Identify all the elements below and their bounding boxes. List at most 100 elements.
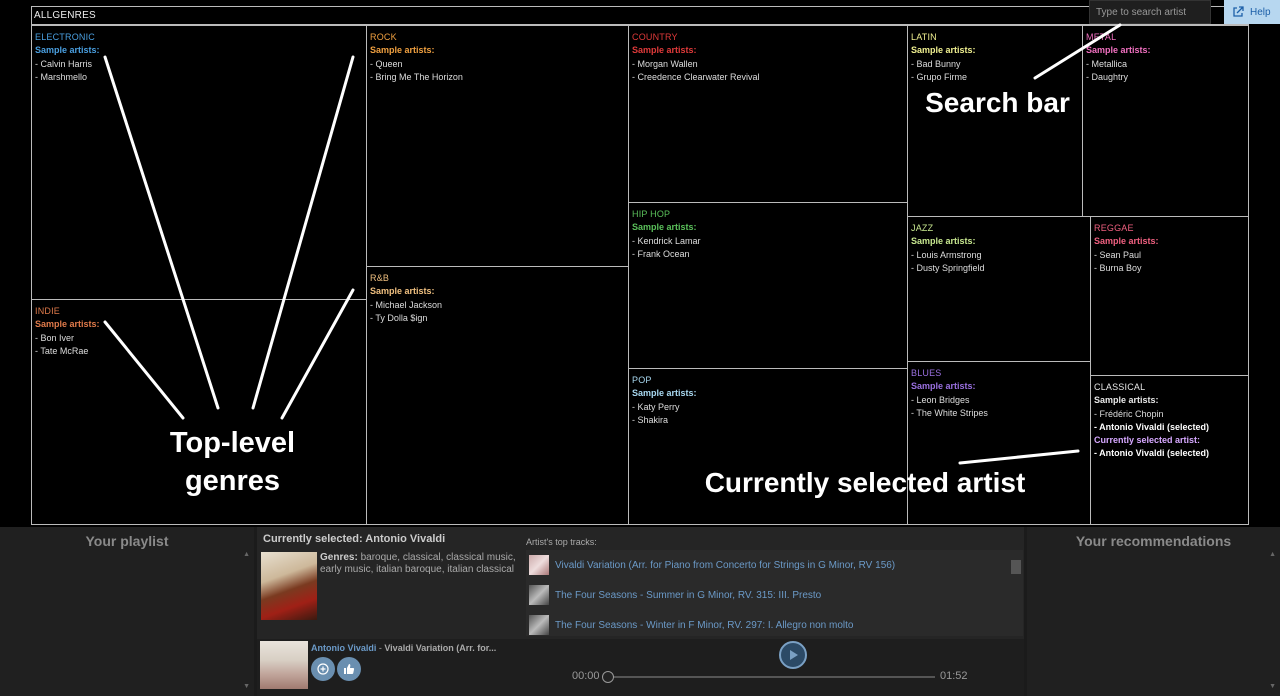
artist-item[interactable]: - Bring Me The Horizon	[370, 71, 625, 84]
genre-name: LATIN	[911, 32, 937, 42]
scroll-up-icon[interactable]: ▲	[1269, 551, 1276, 558]
scroll-up-icon[interactable]: ▲	[243, 551, 250, 558]
genres-label: Genres:	[320, 552, 358, 563]
plus-circle-icon	[317, 663, 329, 675]
help-button[interactable]: Help	[1224, 0, 1280, 24]
play-button[interactable]	[779, 641, 807, 669]
genre-name: POP	[632, 375, 652, 385]
scroll-down-icon[interactable]: ▼	[1269, 683, 1276, 690]
genre-name: BLUES	[911, 368, 942, 378]
genre-name: ELECTRONIC	[35, 32, 96, 42]
artist-item[interactable]: - Shakira	[632, 414, 904, 427]
annotation-search-bar: Search bar	[925, 87, 1070, 118]
external-link-icon	[1233, 6, 1244, 17]
genre-cell-electronic[interactable]: ELECTRONIC Sample artists: - Calvin Harris…	[31, 25, 367, 300]
progress-knob[interactable]	[602, 671, 614, 683]
scroll-down-icon[interactable]: ▼	[243, 683, 250, 690]
artist-item[interactable]: - Metallica	[1086, 58, 1245, 71]
sample-artists-label: Sample artists:	[911, 45, 976, 56]
artist-item[interactable]: - Grupo Firme	[911, 71, 1079, 84]
artist-item[interactable]: - Antonio Vivaldi (selected)	[1094, 421, 1245, 434]
bottom-panel: Your playlist ▲ ▼ Currently selected: An…	[0, 527, 1280, 696]
artist-item[interactable]: - Creedence Clearwater Revival	[632, 71, 904, 84]
annotation-line2: genres	[184, 465, 281, 497]
artist-item[interactable]: - Calvin Harris	[35, 58, 363, 71]
artist-item[interactable]: - Marshmello	[35, 71, 363, 84]
artist-item[interactable]: - Bon Iver	[35, 332, 363, 345]
sample-artists-label: Sample artists:	[1094, 395, 1159, 406]
genre-name: METAL	[1086, 32, 1117, 42]
sample-artists-label: Sample artists:	[632, 388, 697, 399]
genre-name: REGGAE	[1094, 223, 1134, 233]
genre-name: ROCK	[370, 32, 397, 42]
artist-item[interactable]: - The White Stripes	[911, 407, 1087, 420]
genre-cell-rnb[interactable]: R&B Sample artists: - Michael Jackson - Ty …	[366, 266, 629, 525]
track-title: Vivaldi Variation (Arr. for Piano from C…	[555, 559, 896, 571]
genre-name: R&B	[370, 273, 390, 283]
annotation-line1: Top-level	[169, 427, 296, 459]
artist-item[interactable]: - Michael Jackson	[370, 299, 625, 312]
help-label: Help	[1250, 6, 1271, 18]
artist-genres: Genres: baroque, classical, classical mu…	[320, 552, 520, 576]
track-item[interactable]: The Four Seasons - Winter in F Minor, RV…	[529, 613, 853, 636]
now-playing-artist: Antonio Vivaldi	[311, 643, 377, 653]
sample-artists-label: Sample artists:	[1094, 236, 1159, 247]
annotation-selected-artist: Currently selected artist	[704, 467, 1026, 498]
sample-artists-label: Sample artists:	[35, 45, 100, 56]
sample-artists-label: Sample artists:	[911, 236, 976, 247]
track-title: The Four Seasons - Summer in G Minor, RV…	[555, 589, 822, 601]
artist-item[interactable]: - Leon Bridges	[911, 394, 1087, 407]
artist-item[interactable]: - Burna Boy	[1094, 262, 1245, 275]
artist-item[interactable]: - Sean Paul	[1094, 249, 1245, 262]
artist-item[interactable]: - Frank Ocean	[632, 248, 904, 261]
artist-item[interactable]: - Daughtry	[1086, 71, 1245, 84]
thumbs-up-icon	[344, 664, 355, 674]
playlist-title: Your playlist	[85, 533, 169, 549]
track-thumbnail	[529, 555, 549, 575]
genre-cell-hip-hop[interactable]: HIP HOP Sample artists: - Kendrick Lamar - …	[628, 202, 908, 369]
currently-selected-artist[interactable]: - Antonio Vivaldi (selected)	[1094, 447, 1245, 460]
progress-bar[interactable]	[606, 676, 935, 678]
artist-item[interactable]: - Dusty Springfield	[911, 262, 1087, 275]
track-item[interactable]: The Four Seasons - Summer in G Minor, RV…	[529, 583, 821, 607]
genre-name: COUNTRY	[632, 32, 678, 42]
selected-artist-title: Currently selected: Antonio Vivaldi	[263, 533, 446, 545]
play-icon	[790, 650, 798, 660]
artist-item[interactable]: - Morgan Wallen	[632, 58, 904, 71]
artist-item[interactable]: - Ty Dolla $ign	[370, 312, 625, 325]
sample-artists-label: Sample artists:	[632, 222, 697, 233]
genre-cell-metal[interactable]: METAL Sample artists: - Metallica - Daughtr…	[1082, 25, 1249, 217]
add-to-playlist-button[interactable]	[311, 657, 335, 681]
genre-name: INDIE	[35, 306, 61, 316]
artist-item[interactable]: - Kendrick Lamar	[632, 235, 904, 248]
artist-item[interactable]: - Louis Armstrong	[911, 249, 1087, 262]
currently-selected-label: Currently selected artist:	[1094, 435, 1201, 446]
treemap-root-header[interactable]: ALLGENRES	[31, 6, 1249, 25]
track-item[interactable]: Vivaldi Variation (Arr. for Piano from C…	[529, 553, 895, 577]
genre-name: HIP HOP	[632, 209, 671, 219]
sample-artists-label: Sample artists:	[35, 319, 100, 330]
now-playing: Antonio Vivaldi - Vivaldi Variation (Arr…	[311, 643, 496, 653]
genre-cell-reggae[interactable]: REGGAE Sample artists: - Sean Paul - Burna …	[1090, 216, 1249, 376]
genre-cell-country[interactable]: COUNTRY Sample artists: - Morgan Wallen - C…	[628, 25, 908, 203]
artist-portrait	[261, 552, 317, 620]
genre-cell-rock[interactable]: ROCK Sample artists: - Queen - Bring Me The…	[366, 25, 629, 267]
sample-artists-label: Sample artists:	[911, 381, 976, 392]
artist-item[interactable]: - Frédéric Chopin	[1094, 408, 1245, 421]
artist-panel: Currently selected: Antonio Vivaldi Genr…	[257, 527, 1024, 696]
playlist-panel[interactable]: Your playlist ▲ ▼	[0, 527, 254, 696]
genre-cell-classical[interactable]: CLASSICAL Sample artists: - Frédéric Chopi…	[1090, 375, 1249, 525]
artist-item[interactable]: - Katy Perry	[632, 401, 904, 414]
genre-name: CLASSICAL	[1094, 382, 1146, 392]
recommendations-title: Your recommendations	[1075, 533, 1232, 549]
top-tracks-list[interactable]: Vivaldi Variation (Arr. for Piano from C…	[526, 550, 1023, 636]
artist-item[interactable]: - Tate McRae	[35, 345, 363, 358]
like-button[interactable]	[337, 657, 361, 681]
artist-item[interactable]: - Bad Bunny	[911, 58, 1079, 71]
artist-item[interactable]: - Queen	[370, 58, 625, 71]
genre-cell-jazz[interactable]: JAZZ Sample artists: - Louis Armstrong - Du…	[907, 216, 1091, 362]
tracks-scrollbar[interactable]	[1011, 560, 1021, 574]
sample-artists-label: Sample artists:	[370, 45, 435, 56]
recommendations-panel[interactable]: Your recommendations ▲ ▼	[1027, 527, 1280, 696]
search-input[interactable]: Type to search artist	[1089, 0, 1211, 24]
